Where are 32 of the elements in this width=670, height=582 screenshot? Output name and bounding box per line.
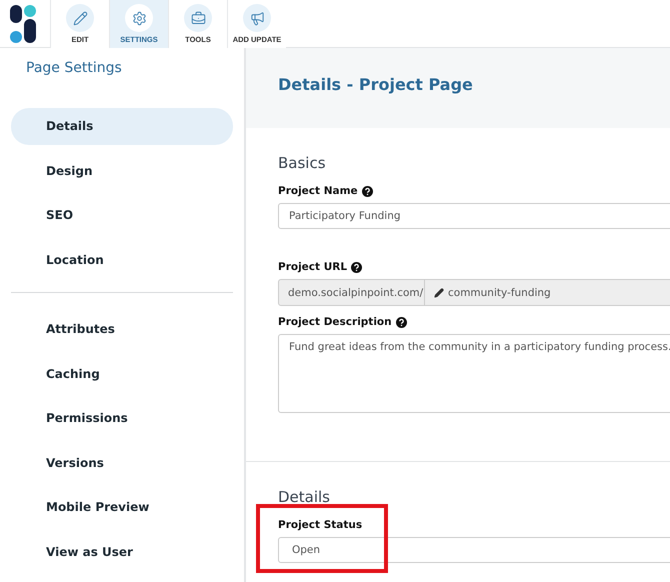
section-title: Details	[278, 488, 332, 506]
pencil-icon	[434, 288, 444, 298]
megaphone-icon	[250, 10, 264, 26]
sidebar-title: Page Settings	[25, 59, 123, 78]
sidebar-item[interactable]: SEO	[11, 197, 233, 234]
section-title: Basics	[278, 154, 327, 172]
description-field[interactable]: Fund great ideas from the community in a participatory funding process.	[278, 334, 670, 413]
toolbox-icon	[190, 10, 206, 26]
pencil-icon	[72, 10, 88, 26]
help-icon[interactable]	[396, 316, 407, 328]
status-select[interactable]: Open	[278, 537, 670, 563]
field-label: Project Status	[278, 519, 362, 531]
url-prefix: demo.socialpinpoint.com/	[279, 280, 425, 305]
page-title: Details - Project Page	[278, 75, 474, 94]
slug-input[interactable]: community-funding	[448, 286, 648, 298]
help-icon[interactable]	[362, 186, 373, 196]
sidebar-item[interactable]: Mobile Preview	[11, 489, 233, 526]
sidebar-item[interactable]: Location	[11, 242, 233, 278]
sidebar-item[interactable]: Caching	[11, 356, 233, 392]
field-label: Project URL	[278, 261, 348, 273]
text-field[interactable]: Participatory Funding	[278, 203, 670, 229]
field-label: Project Name	[278, 185, 358, 197]
sidebar-item[interactable]: Attributes	[11, 311, 233, 348]
sidebar-item[interactable]: Versions	[11, 444, 233, 481]
sidebar-item[interactable]: Details	[11, 108, 233, 144]
field-label: Project Description	[278, 316, 392, 328]
sidebar-item[interactable]: Design	[11, 152, 233, 189]
sidebar-item[interactable]: View as User	[11, 534, 233, 570]
help-icon[interactable]	[351, 262, 362, 272]
url-field[interactable]: demo.socialpinpoint.com/ community-funding	[278, 279, 670, 306]
settings-icon	[132, 10, 146, 26]
sidebar-item[interactable]: Permissions	[11, 400, 233, 436]
